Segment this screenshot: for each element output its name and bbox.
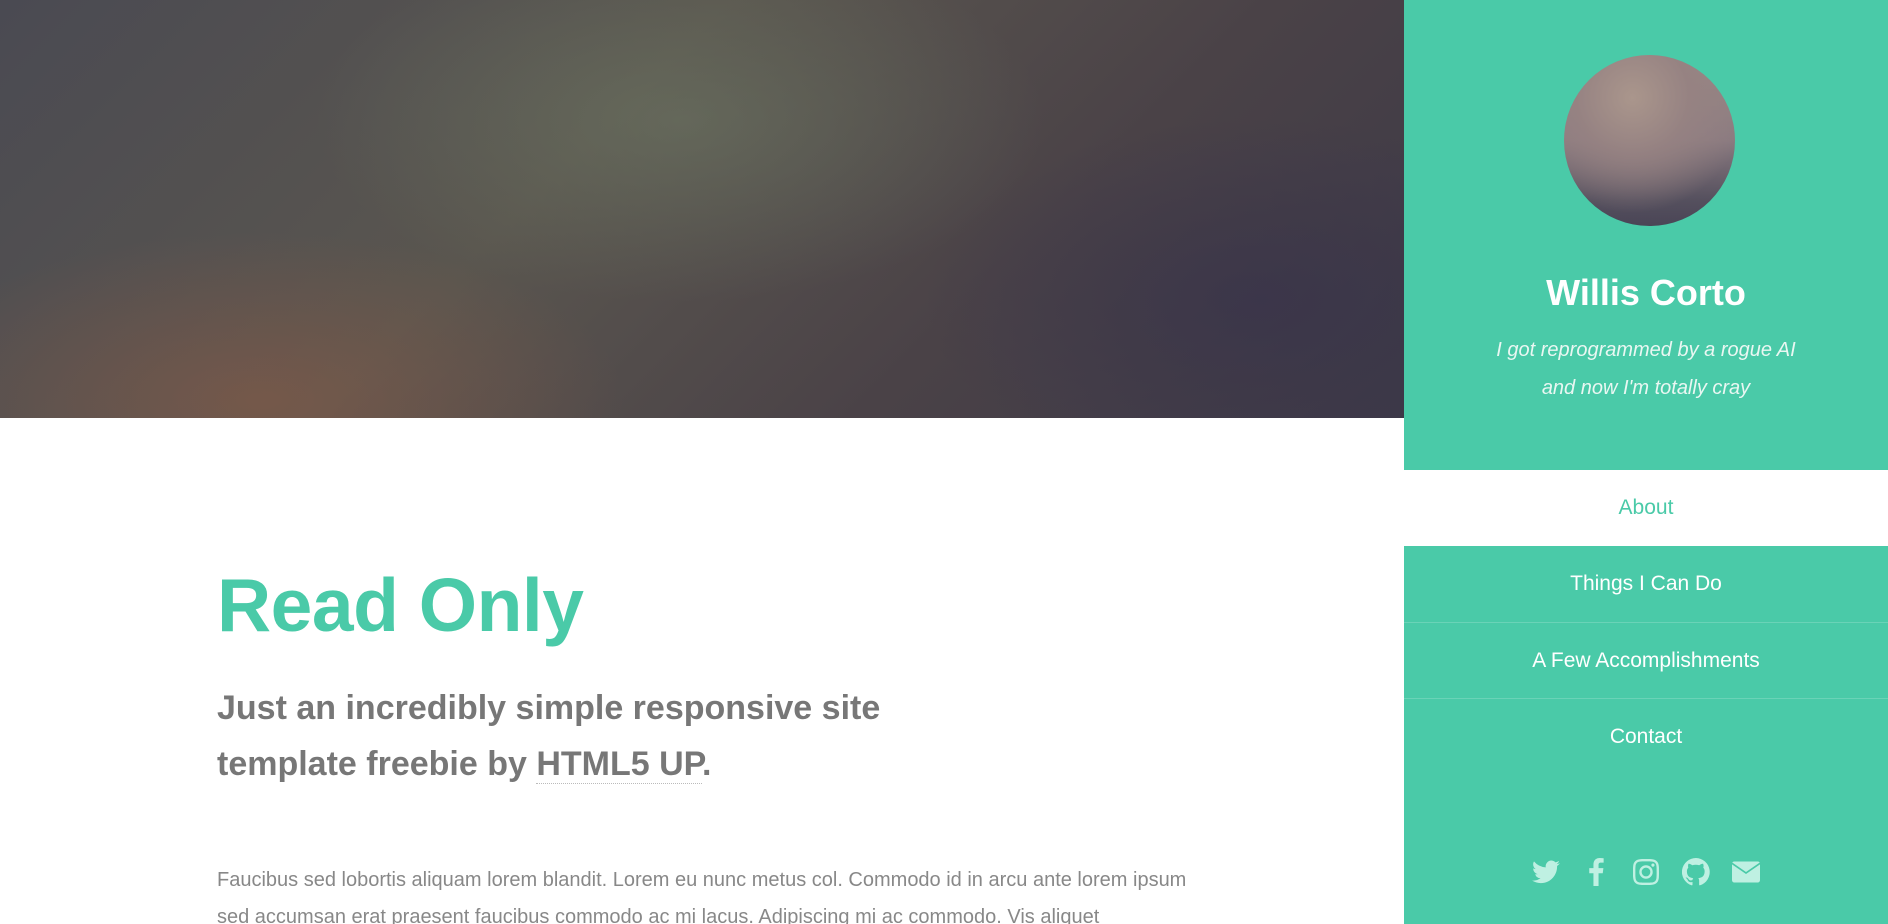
page-title: Read Only <box>217 563 584 647</box>
nav-item-things-i-can-do[interactable]: Things I Can Do <box>1404 546 1888 622</box>
body-paragraph: Faucibus sed lobortis aliquam lorem blan… <box>217 869 1187 924</box>
sidebar: Willis Corto I got reprogrammed by a rog… <box>1404 0 1888 924</box>
github-icon[interactable] <box>1681 857 1711 887</box>
banner-image <box>0 0 1404 418</box>
profile-name: Willis Corto <box>1546 272 1746 313</box>
page-subtitle: Just an incredibly simple responsive sit… <box>217 680 937 792</box>
instagram-icon[interactable] <box>1631 857 1661 887</box>
twitter-icon[interactable] <box>1531 857 1561 887</box>
main-content: Read Only Just an incredibly simple resp… <box>0 0 1404 924</box>
facebook-icon[interactable] <box>1581 857 1611 887</box>
email-icon[interactable] <box>1731 857 1761 887</box>
nav-item-contact[interactable]: Contact <box>1404 698 1888 774</box>
content-section: Read Only Just an incredibly simple resp… <box>217 560 1197 924</box>
sidebar-nav: About Things I Can Do A Few Accomplishme… <box>1404 470 1888 774</box>
page: Read Only Just an incredibly simple resp… <box>0 0 1888 924</box>
subtitle-punctuation: . <box>701 745 712 783</box>
avatar <box>1564 55 1735 226</box>
social-icons <box>1404 850 1888 894</box>
profile-tagline: I got reprogrammed by a rogue AI and now… <box>1496 339 1796 399</box>
nav-item-about[interactable]: About <box>1404 470 1888 546</box>
nav-item-accomplishments[interactable]: A Few Accomplishments <box>1404 622 1888 698</box>
html5up-link[interactable]: HTML5 UP <box>536 745 702 784</box>
